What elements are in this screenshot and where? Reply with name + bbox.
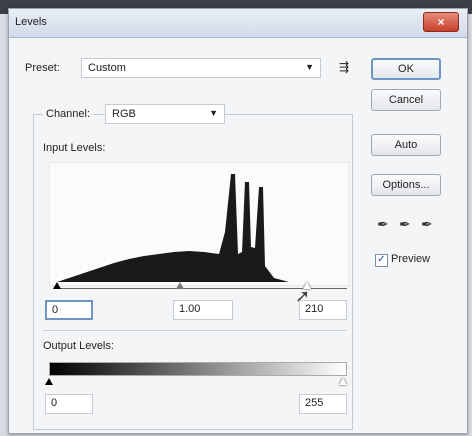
channel-select[interactable]: RGB ▼ <box>105 104 225 124</box>
channel-value: RGB <box>112 108 136 120</box>
preset-value: Custom <box>88 62 126 74</box>
output-gradient-bar <box>49 362 347 376</box>
preview-checkbox[interactable]: ✓ <box>375 254 388 267</box>
auto-button[interactable]: Auto <box>371 134 441 156</box>
options-button[interactable]: Options... <box>371 174 441 196</box>
output-black-slider[interactable] <box>45 378 53 385</box>
levels-divider <box>43 330 347 331</box>
levels-dialog: Levels × Preset: Custom ▼ ⇶ OK Cancel Au… <box>8 8 468 434</box>
output-black-field[interactable]: 0 <box>45 394 93 414</box>
output-white-slider[interactable] <box>339 378 347 385</box>
close-icon: × <box>437 15 445 29</box>
output-white-field[interactable]: 255 <box>299 394 347 414</box>
input-levels-label: Input Levels: <box>43 142 106 154</box>
white-eyedropper-icon[interactable]: ✒ <box>421 216 433 233</box>
dialog-content: Preset: Custom ▼ ⇶ OK Cancel Auto Option… <box>9 38 467 433</box>
input-white-field[interactable]: 210 <box>299 300 347 320</box>
preset-label: Preset: <box>25 62 60 74</box>
title-bar: Levels × <box>9 9 467 38</box>
histogram <box>49 162 349 286</box>
midtone-slider[interactable] <box>176 282 184 289</box>
dialog-title: Levels <box>15 16 47 28</box>
chevron-down-icon: ▼ <box>209 108 218 118</box>
input-black-field[interactable]: 0 <box>45 300 93 320</box>
preview-label: Preview <box>391 253 431 265</box>
black-eyedropper-icon[interactable]: ✒ <box>377 216 389 233</box>
chevron-down-icon: ▼ <box>305 62 314 72</box>
channel-label: Channel: <box>43 108 94 120</box>
preset-select[interactable]: Custom ▼ <box>81 58 321 78</box>
cancel-button[interactable]: Cancel <box>371 89 441 111</box>
output-levels-label: Output Levels: <box>43 340 114 352</box>
gray-eyedropper-icon[interactable]: ✒ <box>399 216 411 233</box>
black-point-slider[interactable] <box>53 282 61 289</box>
preset-menu-icon[interactable]: ⇶ <box>339 60 349 74</box>
close-button[interactable]: × <box>423 12 459 32</box>
input-gamma-field[interactable]: 1.00 <box>173 300 233 320</box>
ok-button[interactable]: OK <box>371 58 441 80</box>
